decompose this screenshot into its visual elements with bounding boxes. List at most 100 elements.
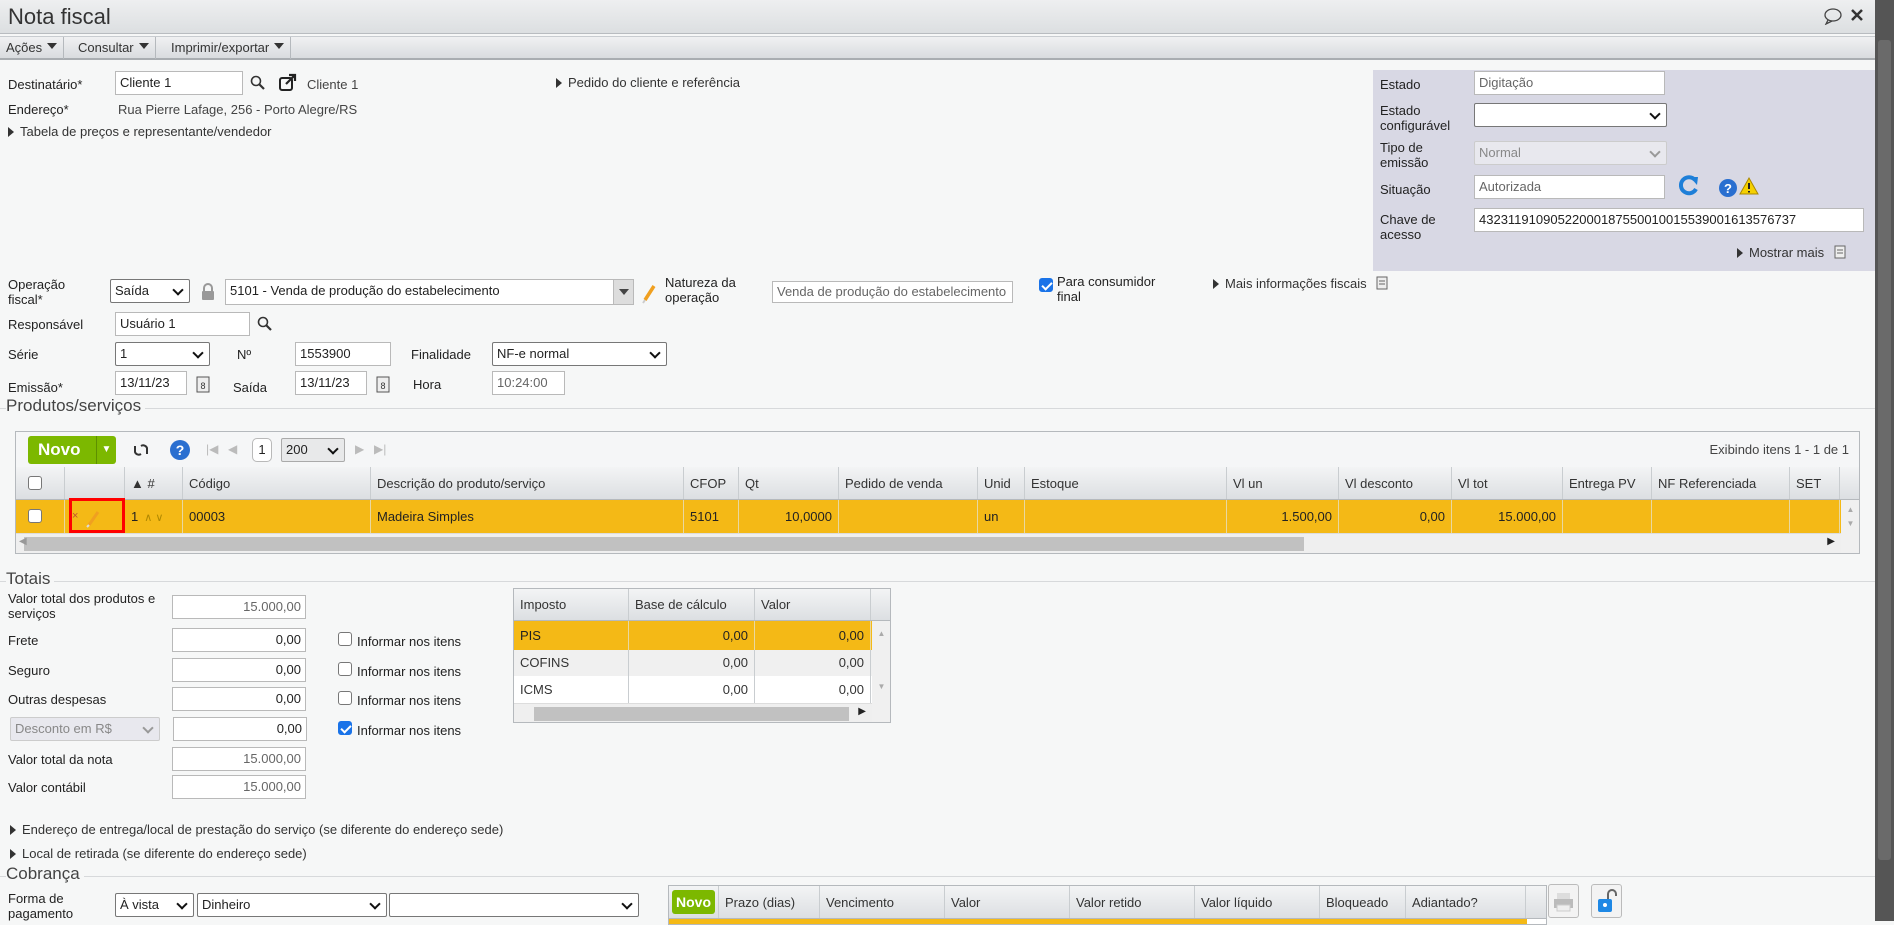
column-header[interactable]: Prazo (dias) (719, 886, 820, 918)
finalidade-select[interactable]: NF-e normal (492, 342, 667, 366)
tabela-precos-toggle[interactable]: Tabela de preços e representante/vendedo… (8, 124, 272, 139)
local-retirada-toggle[interactable]: Local de retirada (se diferente do ender… (10, 846, 307, 861)
last-page-icon[interactable]: ▶| (374, 442, 386, 456)
column-header[interactable] (65, 467, 125, 499)
table-row[interactable]: COFINS 0,00 0,00 (514, 650, 872, 676)
operacao-select[interactable]: Saída (110, 279, 190, 303)
column-header[interactable]: Estoque (1025, 467, 1227, 499)
informar-itens-checkbox[interactable] (338, 721, 352, 735)
products-hscrollbar[interactable]: ▶ ◀ (16, 533, 1841, 553)
page-size-select[interactable]: 200 (281, 438, 345, 462)
consumidor-final-checkbox[interactable] (1039, 278, 1053, 292)
natureza-input[interactable]: Venda de produção do estabelecimento (772, 281, 1013, 303)
column-header[interactable]: Vl desconto (1339, 467, 1452, 499)
menu-consultar[interactable]: Consultar (72, 37, 156, 59)
serie-select[interactable]: 1 (115, 342, 210, 366)
saida-date-input[interactable]: 13/11/23 (295, 371, 367, 395)
endereco-entrega-toggle[interactable]: Endereço de entrega/local de prestação d… (10, 822, 503, 837)
situacao-input[interactable]: Autorizada (1474, 175, 1665, 199)
tipo-emissao-select[interactable]: Normal (1474, 141, 1667, 165)
meio-pagamento-select[interactable]: Dinheiro (197, 893, 387, 917)
table-row[interactable]: ICMS 0,00 0,00 (514, 676, 872, 703)
cobranca-novo-button[interactable]: Novo (672, 890, 715, 914)
table-row[interactable]: PIS 0,00 0,00 (514, 621, 872, 650)
total-field-input[interactable]: 15.000,00 (172, 747, 306, 771)
column-header[interactable]: SET (1790, 467, 1840, 499)
total-field-input[interactable]: 0,00 (172, 687, 306, 711)
total-field-input[interactable]: 15.000,00 (172, 775, 306, 799)
column-header[interactable]: Vl tot (1452, 467, 1563, 499)
column-header[interactable]: Unid (978, 467, 1025, 499)
external-link-icon[interactable] (278, 73, 298, 93)
help-icon[interactable]: ? (169, 439, 191, 461)
column-header[interactable]: Bloqueado (1320, 886, 1406, 918)
responsavel-input[interactable]: Usuário 1 (115, 312, 250, 336)
destinatario-link[interactable]: Cliente 1 (307, 77, 358, 92)
tax-vscrollbar[interactable]: ▲ ▼ (872, 621, 890, 703)
reorder-icon[interactable]: ∧ ∨ (144, 512, 163, 524)
refresh-icon[interactable] (1678, 174, 1700, 196)
hora-input[interactable]: 10:24:00 (492, 371, 565, 395)
informar-itens-checkbox[interactable] (338, 632, 352, 646)
cfop-combobox[interactable]: 5101 - Venda de produção do estabelecime… (225, 279, 634, 305)
total-field-input[interactable]: 15.000,00 (172, 595, 306, 619)
informar-itens-checkbox[interactable] (338, 691, 352, 705)
first-page-icon[interactable]: |◀ (206, 442, 218, 456)
tax-hscrollbar[interactable]: ▶ (514, 703, 872, 722)
column-header[interactable]: Entrega PV (1563, 467, 1652, 499)
menu-acoes[interactable]: Ações (0, 37, 65, 59)
next-page-icon[interactable]: ▶ (355, 442, 364, 456)
comment-icon[interactable] (1823, 7, 1843, 25)
select-all-checkbox[interactable] (28, 476, 42, 490)
mais-info-fiscais-toggle[interactable]: Mais informações fiscais (1213, 276, 1388, 291)
row-checkbox[interactable] (28, 509, 42, 523)
column-header[interactable]: Valor (945, 886, 1070, 918)
informar-itens-checkbox[interactable] (338, 662, 352, 676)
estado-configuravel-select[interactable] (1474, 103, 1667, 127)
column-header[interactable]: Vencimento (820, 886, 945, 918)
search-icon[interactable] (257, 316, 273, 332)
column-header[interactable]: CFOP (684, 467, 739, 499)
prev-page-icon[interactable]: ◀ (228, 442, 237, 456)
pedido-cliente-toggle[interactable]: Pedido do cliente e referência (556, 75, 740, 90)
calendar-icon[interactable]: 8 (376, 375, 390, 393)
chave-acesso-input[interactable]: 4323119109052200018755001001553900161357… (1474, 208, 1864, 232)
products-vscrollbar[interactable]: ▲ ▼ (1841, 500, 1859, 553)
estado-input[interactable]: Digitação (1474, 71, 1665, 95)
total-field-input[interactable]: 0,00 (172, 658, 306, 682)
unlock-button[interactable] (1591, 884, 1622, 918)
mostrar-mais-toggle[interactable]: Mostrar mais (1737, 245, 1846, 260)
page-scrollbar[interactable] (1875, 0, 1894, 921)
emissao-date-input[interactable]: 13/11/23 (115, 371, 187, 395)
column-header[interactable]: Base de cálculo (629, 589, 755, 620)
help-icon[interactable]: ? (1718, 178, 1738, 198)
column-header[interactable]: Vl un (1227, 467, 1339, 499)
total-field-input[interactable]: 0,00 (172, 628, 306, 652)
chevron-down-icon[interactable] (613, 280, 633, 304)
column-header[interactable]: Valor retido (1070, 886, 1195, 918)
column-header[interactable]: Valor (755, 589, 871, 620)
refresh-icon[interactable] (132, 442, 150, 458)
column-header[interactable]: Imposto (514, 589, 629, 620)
destinatario-input[interactable]: Cliente 1 (115, 71, 243, 95)
column-header[interactable]: Código (183, 467, 371, 499)
close-icon[interactable] (1851, 9, 1863, 21)
forma-extra-select[interactable] (389, 893, 639, 917)
column-header[interactable]: NF Referenciada (1652, 467, 1790, 499)
column-header[interactable]: Descrição do produto/serviço (371, 467, 684, 499)
total-field-input[interactable]: 0,00 (173, 717, 307, 741)
warning-icon[interactable] (1739, 176, 1759, 196)
column-header[interactable]: Valor líquido (1195, 886, 1320, 918)
search-icon[interactable] (250, 75, 266, 91)
prazo-select[interactable]: À vista (115, 893, 194, 917)
column-header[interactable]: Pedido de venda (839, 467, 978, 499)
table-row[interactable]: × 1 ∧ ∨ 00003 Madeira Simples 5101 10,0000 un 1.… (16, 500, 1841, 533)
desconto-type-select[interactable]: Desconto em R$ (10, 717, 160, 741)
pencil-icon[interactable] (641, 284, 657, 304)
calendar-icon[interactable]: 8 (196, 375, 210, 393)
column-header[interactable]: ▲ # (125, 467, 183, 499)
print-button[interactable] (1548, 884, 1579, 918)
column-header[interactable] (16, 467, 65, 499)
numero-input[interactable]: 1553900 (295, 342, 391, 366)
column-header[interactable]: Adiantado? (1406, 886, 1526, 918)
